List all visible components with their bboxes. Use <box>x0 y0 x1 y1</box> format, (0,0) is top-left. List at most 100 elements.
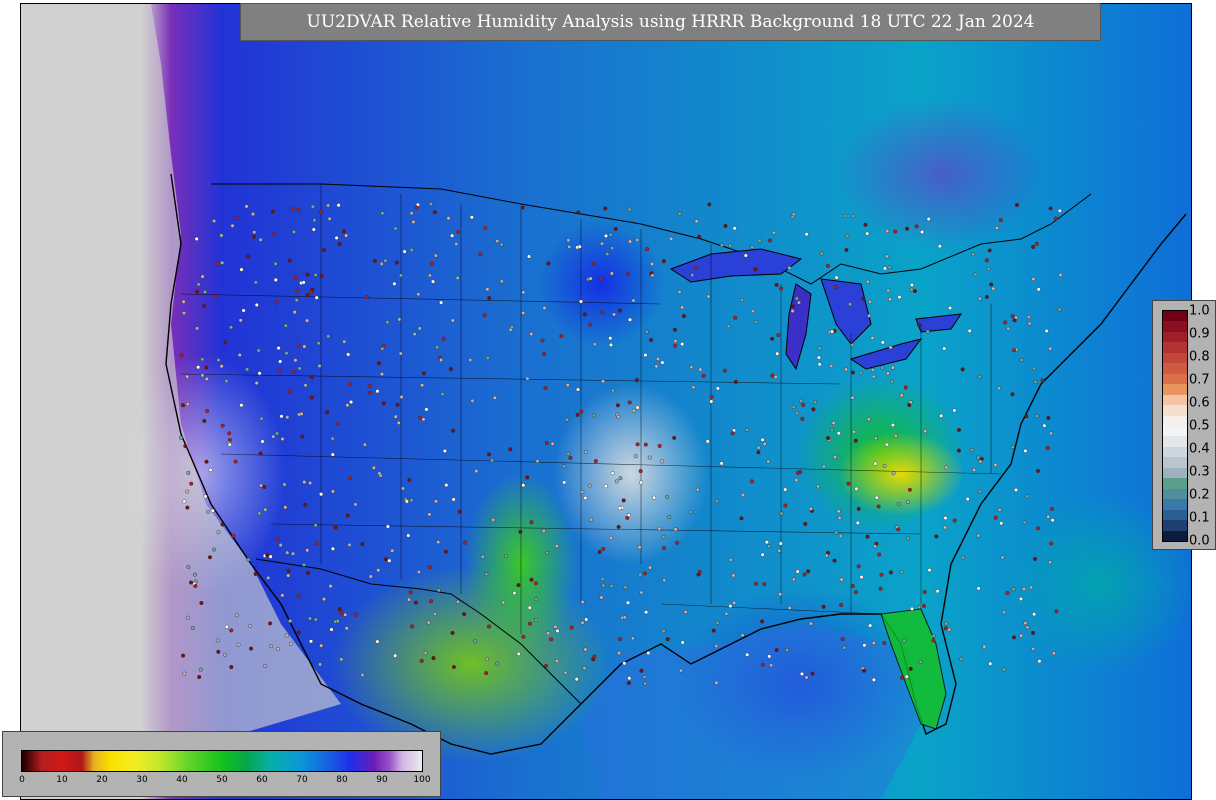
station-dot <box>435 345 440 350</box>
station-dot <box>944 621 949 626</box>
station-dot <box>375 639 380 644</box>
station-dot <box>313 617 318 622</box>
station-dot <box>834 284 839 289</box>
station-dot <box>1040 378 1045 383</box>
station-dot <box>575 412 580 417</box>
station-dot <box>768 238 773 243</box>
colorbar-tick-label: 80 <box>336 775 348 785</box>
station-dot <box>592 342 597 347</box>
station-dot <box>501 600 506 605</box>
station-dot <box>401 486 406 491</box>
station-dot <box>993 515 998 520</box>
station-dot <box>291 370 296 375</box>
station-dot <box>1010 445 1015 450</box>
relative-humidity-map[interactable] <box>20 3 1192 800</box>
station-dot <box>398 273 403 278</box>
station-dot <box>297 366 302 371</box>
station-dot <box>473 639 478 644</box>
station-dot <box>407 597 412 602</box>
station-dot <box>251 234 256 239</box>
relative-humidity-colorbar: 0 10 20 30 40 50 60 70 80 90 100 <box>2 731 441 797</box>
station-dot <box>463 540 468 545</box>
station-dot <box>842 645 847 650</box>
station-dot <box>305 272 310 277</box>
station-dot <box>830 329 835 334</box>
station-dot <box>379 261 384 266</box>
station-dot <box>200 373 205 378</box>
station-dot <box>998 218 1003 223</box>
station-dot <box>580 620 585 625</box>
station-dot <box>490 458 495 463</box>
station-dot <box>808 506 813 511</box>
station-dot <box>404 499 409 504</box>
station-dot <box>413 600 418 605</box>
station-dot <box>300 434 305 439</box>
station-dot <box>478 252 483 257</box>
station-dot <box>662 578 667 583</box>
station-dot <box>407 478 412 483</box>
station-dot <box>322 247 327 252</box>
station-dot <box>470 398 475 403</box>
station-dot <box>303 383 308 388</box>
station-dot <box>601 379 606 384</box>
station-dot <box>564 417 569 422</box>
station-dot <box>276 346 281 351</box>
station-dot <box>412 332 417 337</box>
station-dot <box>257 511 262 516</box>
station-dot <box>810 671 815 676</box>
station-dot <box>906 499 911 504</box>
station-dot <box>544 440 549 445</box>
station-dot <box>1042 423 1047 428</box>
station-dot <box>521 483 526 488</box>
station-dot <box>627 207 632 212</box>
station-dot <box>638 572 643 577</box>
station-dot <box>196 365 201 370</box>
station-dot <box>219 364 224 369</box>
station-dot <box>897 295 902 300</box>
station-dot <box>377 471 382 476</box>
colorbar-tick-label: 0.0 <box>1189 533 1210 549</box>
station-dot <box>258 237 263 242</box>
station-dot <box>360 542 365 547</box>
station-dot <box>829 364 834 369</box>
station-dot <box>529 520 534 525</box>
station-dot <box>347 382 352 387</box>
station-dot <box>976 455 981 460</box>
station-dot <box>299 411 304 416</box>
station-dot <box>553 624 558 629</box>
station-dot <box>220 423 225 428</box>
station-dot <box>1001 667 1006 672</box>
station-dot <box>234 215 239 220</box>
station-dot <box>673 339 678 344</box>
station-dot <box>618 637 623 642</box>
station-dot <box>284 633 289 638</box>
station-dot <box>1031 646 1036 651</box>
station-dot <box>709 399 714 404</box>
station-dot <box>622 615 627 620</box>
station-dot <box>603 206 608 211</box>
station-dot <box>273 261 278 266</box>
station-dot <box>583 450 588 455</box>
station-dot <box>982 644 987 649</box>
station-dot <box>943 525 948 530</box>
station-dot <box>680 305 685 310</box>
station-dot <box>987 248 992 253</box>
station-dot <box>855 520 860 525</box>
station-dot <box>644 329 649 334</box>
station-dot <box>468 358 473 363</box>
station-dot <box>993 462 998 467</box>
station-dot <box>238 318 243 323</box>
station-dot <box>994 225 999 230</box>
station-dot <box>409 498 414 503</box>
station-dot <box>429 261 434 266</box>
station-dot <box>546 261 551 266</box>
station-dot <box>801 402 806 407</box>
station-dot <box>410 624 415 629</box>
station-dot <box>245 367 250 372</box>
station-dot <box>428 201 433 206</box>
station-dot <box>293 275 298 280</box>
station-dot <box>891 471 896 476</box>
station-dot <box>185 489 190 494</box>
station-dot <box>499 242 504 247</box>
colorbar-tick-label: 100 <box>413 775 431 785</box>
